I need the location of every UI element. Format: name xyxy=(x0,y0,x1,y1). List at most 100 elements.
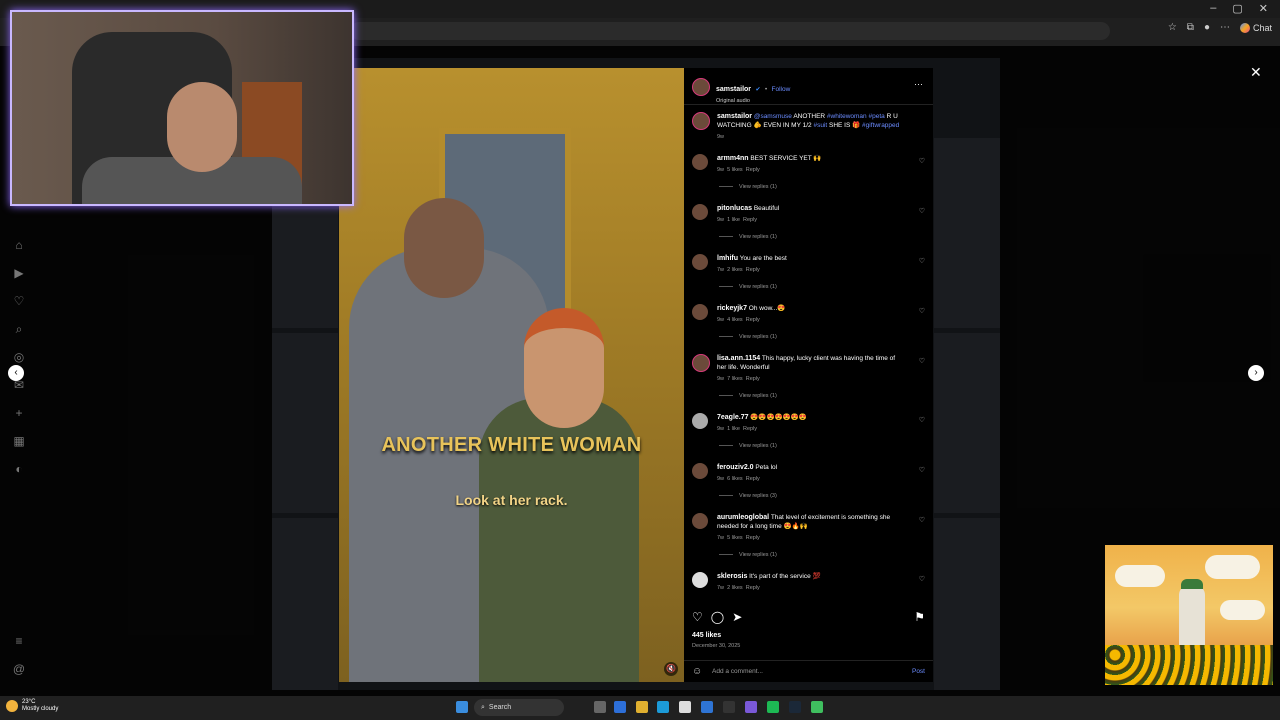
edge-icon[interactable] xyxy=(657,701,669,713)
comment-icon[interactable]: ◯ xyxy=(711,610,724,624)
like-comment-icon[interactable]: ♡ xyxy=(919,575,925,583)
comment-username[interactable]: sklerosis xyxy=(717,573,747,580)
like-icon[interactable]: ♡ xyxy=(692,610,703,624)
star-icon[interactable]: ☆ xyxy=(1168,22,1177,33)
hashtag[interactable]: #giftwrapped xyxy=(862,122,899,129)
reply-button[interactable]: Reply xyxy=(746,376,760,382)
explore-icon[interactable]: ◎ xyxy=(10,348,28,366)
view-replies-button[interactable]: View replies (1) xyxy=(719,284,777,290)
view-replies-button[interactable]: View replies (1) xyxy=(719,184,777,190)
app-icon[interactable] xyxy=(811,701,823,713)
discord-icon[interactable] xyxy=(745,701,757,713)
reply-button[interactable]: Reply xyxy=(746,167,760,173)
commenter-avatar[interactable] xyxy=(692,513,708,529)
mail-icon[interactable] xyxy=(701,701,713,713)
start-icon[interactable] xyxy=(456,701,468,713)
dashboard-icon[interactable]: ▦ xyxy=(10,432,28,450)
emoji-icon[interactable]: ☺ xyxy=(692,666,702,677)
home-icon[interactable]: ⌂ xyxy=(10,236,28,254)
share-icon[interactable]: ➤ xyxy=(732,610,742,624)
reel-video[interactable]: ANOTHER WHITE WOMAN Look at her rack. 🔇 xyxy=(339,68,684,682)
like-comment-icon[interactable]: ♡ xyxy=(919,357,925,365)
comment-likes[interactable]: 7 likes xyxy=(727,376,743,382)
add-comment-input[interactable]: Add a comment... xyxy=(712,668,763,675)
comment-username[interactable]: aurumleoglobal xyxy=(717,514,769,521)
heart-icon[interactable]: ♡ xyxy=(10,292,28,310)
comment-username[interactable]: ferouziv2.0 xyxy=(717,464,754,471)
author-avatar[interactable] xyxy=(692,78,710,96)
comment-username[interactable]: rickeyjk7 xyxy=(717,305,747,312)
address-bar[interactable] xyxy=(350,22,1110,40)
profile-icon[interactable]: ◐ xyxy=(10,460,28,478)
caption-username[interactable]: samstailor xyxy=(717,113,752,120)
commenter-avatar[interactable] xyxy=(692,572,708,588)
extensions-icon[interactable]: ⧉ xyxy=(1187,22,1194,33)
like-comment-icon[interactable]: ♡ xyxy=(919,207,925,215)
view-replies-button[interactable]: View replies (1) xyxy=(719,234,777,240)
add-icon[interactable]: + xyxy=(10,404,28,422)
commenter-avatar[interactable] xyxy=(692,413,708,429)
search-icon[interactable]: ⌕ xyxy=(10,320,28,338)
like-comment-icon[interactable]: ♡ xyxy=(919,307,925,315)
previous-post-button[interactable]: ‹ xyxy=(8,365,24,381)
comment-likes[interactable]: 2 likes xyxy=(727,267,743,273)
comment-likes[interactable]: 1 like xyxy=(727,217,740,223)
audio-label[interactable]: Original audio xyxy=(716,98,790,104)
author-username[interactable]: samstailor xyxy=(716,86,751,93)
comment-likes[interactable]: 1 like xyxy=(727,426,740,432)
view-replies-button[interactable]: View replies (1) xyxy=(719,443,777,449)
caption-mention[interactable]: @samsmuse xyxy=(754,113,792,120)
copilot-taskbar-icon[interactable] xyxy=(614,701,626,713)
post-comment-button[interactable]: Post xyxy=(912,668,925,675)
minimize-button[interactable]: – xyxy=(1210,2,1216,15)
like-comment-icon[interactable]: ♡ xyxy=(919,257,925,265)
author-avatar[interactable] xyxy=(692,112,710,130)
likes-count[interactable]: 445 likes xyxy=(692,632,721,639)
mute-icon[interactable]: 🔇 xyxy=(664,662,678,676)
reply-button[interactable]: Reply xyxy=(743,426,757,432)
view-replies-button[interactable]: View replies (1) xyxy=(719,393,777,399)
like-comment-icon[interactable]: ♡ xyxy=(919,416,925,424)
app-icon[interactable] xyxy=(723,701,735,713)
weather-widget[interactable]: 23°C Mostly cloudy xyxy=(6,699,58,713)
view-replies-button[interactable]: View replies (1) xyxy=(719,552,777,558)
like-comment-icon[interactable]: ♡ xyxy=(919,466,925,474)
comment-username[interactable]: lmhifu xyxy=(717,255,738,262)
hashtag[interactable]: #whitewoman xyxy=(827,113,867,120)
more-icon[interactable]: ⋯ xyxy=(1220,22,1230,33)
maximize-button[interactable]: ▢ xyxy=(1232,2,1242,15)
comment-username[interactable]: 7eagle.77 xyxy=(717,414,749,421)
comment-likes[interactable]: 5 likes xyxy=(727,535,743,541)
bookmark-icon[interactable]: ⚑ xyxy=(914,610,925,624)
spotify-icon[interactable] xyxy=(767,701,779,713)
view-replies-button[interactable]: View replies (1) xyxy=(719,334,777,340)
commenter-avatar[interactable] xyxy=(692,304,708,320)
comment-likes[interactable]: 6 likes xyxy=(727,476,743,482)
commenter-avatar[interactable] xyxy=(692,254,708,270)
commenter-avatar[interactable] xyxy=(692,354,710,372)
comment-username[interactable]: armm4nn xyxy=(717,155,749,162)
like-comment-icon[interactable]: ♡ xyxy=(919,157,925,165)
commenter-avatar[interactable] xyxy=(692,154,708,170)
comment-username[interactable]: lisa.ann.1154 xyxy=(717,355,760,362)
reply-button[interactable]: Reply xyxy=(746,267,760,273)
commenter-avatar[interactable] xyxy=(692,204,708,220)
reply-button[interactable]: Reply xyxy=(743,217,757,223)
menu-icon[interactable]: ≡ xyxy=(10,632,28,650)
store-icon[interactable] xyxy=(679,701,691,713)
reels-icon[interactable]: ▶ xyxy=(10,264,28,282)
threads-icon[interactable]: @ xyxy=(10,660,28,678)
view-replies-button[interactable]: View replies (3) xyxy=(719,493,777,499)
reply-button[interactable]: Reply xyxy=(746,476,760,482)
close-window-button[interactable]: ✕ xyxy=(1259,2,1268,15)
hashtag[interactable]: #peta xyxy=(868,113,884,120)
comment-likes[interactable]: 2 likes xyxy=(727,585,743,591)
commenter-avatar[interactable] xyxy=(692,463,708,479)
follow-button[interactable]: Follow xyxy=(772,86,791,93)
like-comment-icon[interactable]: ♡ xyxy=(919,516,925,524)
comment-likes[interactable]: 4 likes xyxy=(727,317,743,323)
comment-username[interactable]: pitonlucas xyxy=(717,205,752,212)
profile-avatar[interactable]: ● xyxy=(1204,22,1210,33)
more-options-icon[interactable]: ··· xyxy=(914,79,923,89)
steam-icon[interactable] xyxy=(789,701,801,713)
